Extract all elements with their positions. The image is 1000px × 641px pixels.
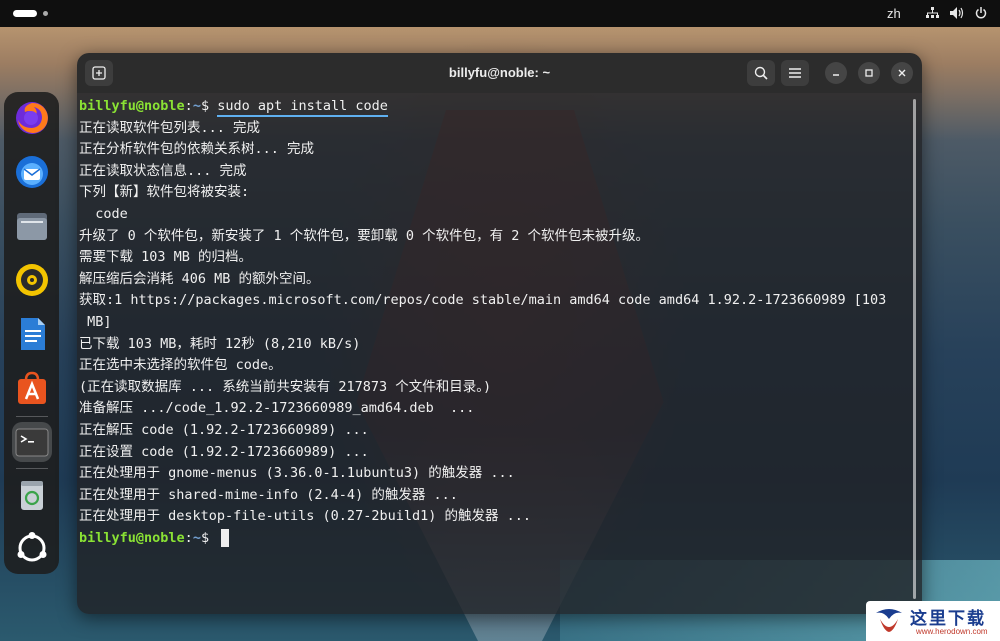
output-line: 正在处理用于 shared-mime-info (2.4-4) 的触发器 ... [79, 486, 458, 503]
menu-button[interactable] [781, 60, 809, 86]
thunderbird-icon [16, 156, 48, 188]
network-icon[interactable] [926, 7, 939, 21]
title-bar[interactable]: billyfu@noble: ~ [77, 53, 922, 93]
output-line: MB] [79, 313, 112, 330]
dock-rhythmbox[interactable] [12, 260, 52, 300]
output-line: 获取:1 https://packages.microsoft.com/repo… [79, 292, 887, 309]
output-line: code [79, 205, 128, 222]
dock-firefox[interactable] [12, 98, 52, 138]
dock-files[interactable] [12, 206, 52, 246]
prompt-path: ~ [192, 98, 201, 114]
watermark-url: www.herodown.com [916, 627, 988, 636]
firefox-icon [16, 102, 48, 134]
minimize-icon [833, 74, 839, 76]
output-line: 正在读取软件包列表... 完成 [79, 119, 261, 136]
output-line: 正在设置 code (1.92.2-1723660989) ... [79, 443, 369, 460]
dock-separator [16, 468, 48, 469]
output-line: 正在解压 code (1.92.2-1723660989) ... [79, 421, 369, 438]
output-line: 已下载 103 MB，耗时 12秒 (8,210 kB/s) [79, 335, 361, 352]
output-line: 正在处理用于 gnome-menus (3.36.0-1.1ubuntu3) 的… [79, 465, 515, 482]
dock-terminal[interactable] [12, 422, 52, 462]
watermark: 这里下载 www.herodown.com [866, 601, 1000, 641]
prompt-symbol: $ [200, 98, 218, 114]
watermark-text: 这里下载 [910, 609, 986, 629]
volume-icon[interactable] [950, 7, 964, 21]
output-line: 准备解压 .../code_1.92.2-1723660989_amd64.de… [79, 400, 475, 417]
prompt-symbol: $ [200, 529, 218, 546]
output-line: 下列【新】软件包将被安装: [79, 184, 250, 201]
search-button[interactable] [747, 60, 775, 86]
dock-trash[interactable] [12, 474, 52, 514]
activities-indicator[interactable] [13, 10, 37, 17]
terminal-output[interactable]: billyfu@noble:~$ sudo apt install code 正… [77, 93, 922, 614]
new-tab-button[interactable] [85, 60, 113, 86]
output-line: 解压缩后会消耗 406 MB 的额外空间。 [79, 270, 320, 287]
prompt-path: ~ [192, 529, 201, 546]
terminal-window: billyfu@noble: ~ billyfu@noble:~$ sudo a… [77, 53, 922, 614]
prompt-user: billyfu@noble [79, 98, 185, 114]
power-icon[interactable] [975, 7, 987, 21]
libreoffice-writer-icon [21, 318, 45, 350]
terminal-icon [15, 428, 49, 457]
output-line: 正在读取状态信息... 完成 [79, 162, 247, 179]
close-button[interactable] [891, 62, 913, 84]
output-line: 正在处理用于 desktop-file-utils (0.27-2build1)… [79, 508, 531, 525]
scrollbar[interactable] [913, 99, 916, 599]
dock [4, 92, 59, 574]
app-center-icon [18, 371, 46, 404]
prompt-separator: : [184, 98, 193, 114]
output-line: 升级了 0 个软件包，新安装了 1 个软件包，要卸载 0 个软件包，有 2 个软… [79, 227, 650, 244]
output-line: (正在读取数据库 ... 系统当前共安装有 217873 个文件和目录。) [79, 378, 492, 395]
new-tab-icon [92, 66, 106, 80]
output-line: 正在分析软件包的依赖关系树... 完成 [79, 141, 315, 158]
command-line: billyfu@noble:~$ sudo apt install code [79, 96, 911, 118]
search-icon [754, 66, 768, 80]
dock-libreoffice-writer[interactable] [12, 314, 52, 354]
close-icon [898, 69, 906, 77]
hamburger-menu-icon [789, 68, 801, 78]
prompt-separator: : [184, 529, 193, 546]
top-bar: zh [0, 0, 1000, 27]
output-block: 正在读取软件包列表... 完成正在分析软件包的依赖关系树... 完成 正在读取状态… [79, 118, 911, 528]
active-prompt-line[interactable]: billyfu@noble:~$ [79, 528, 911, 550]
dock-thunderbird[interactable] [12, 152, 52, 192]
command-text: sudo apt install code [217, 98, 388, 117]
trash-icon [21, 481, 43, 510]
dock-separator [16, 416, 48, 417]
output-line: 需要下载 103 MB 的归档。 [79, 249, 253, 266]
dock-app-center[interactable] [12, 368, 52, 408]
minimize-button[interactable] [825, 62, 847, 84]
rhythmbox-icon [16, 264, 48, 296]
output-line: 正在选中未选择的软件包 code。 [79, 357, 282, 374]
workspace-dot[interactable] [43, 11, 48, 16]
dock-show-apps[interactable] [12, 528, 52, 568]
text-cursor [221, 528, 230, 547]
maximize-icon [865, 69, 873, 77]
maximize-button[interactable] [858, 62, 880, 84]
show-apps-icon [17, 532, 47, 562]
input-language-indicator[interactable]: zh [887, 6, 901, 21]
watermark-logo-icon [876, 609, 902, 632]
files-icon [17, 213, 47, 240]
prompt-user: billyfu@noble [79, 529, 185, 546]
